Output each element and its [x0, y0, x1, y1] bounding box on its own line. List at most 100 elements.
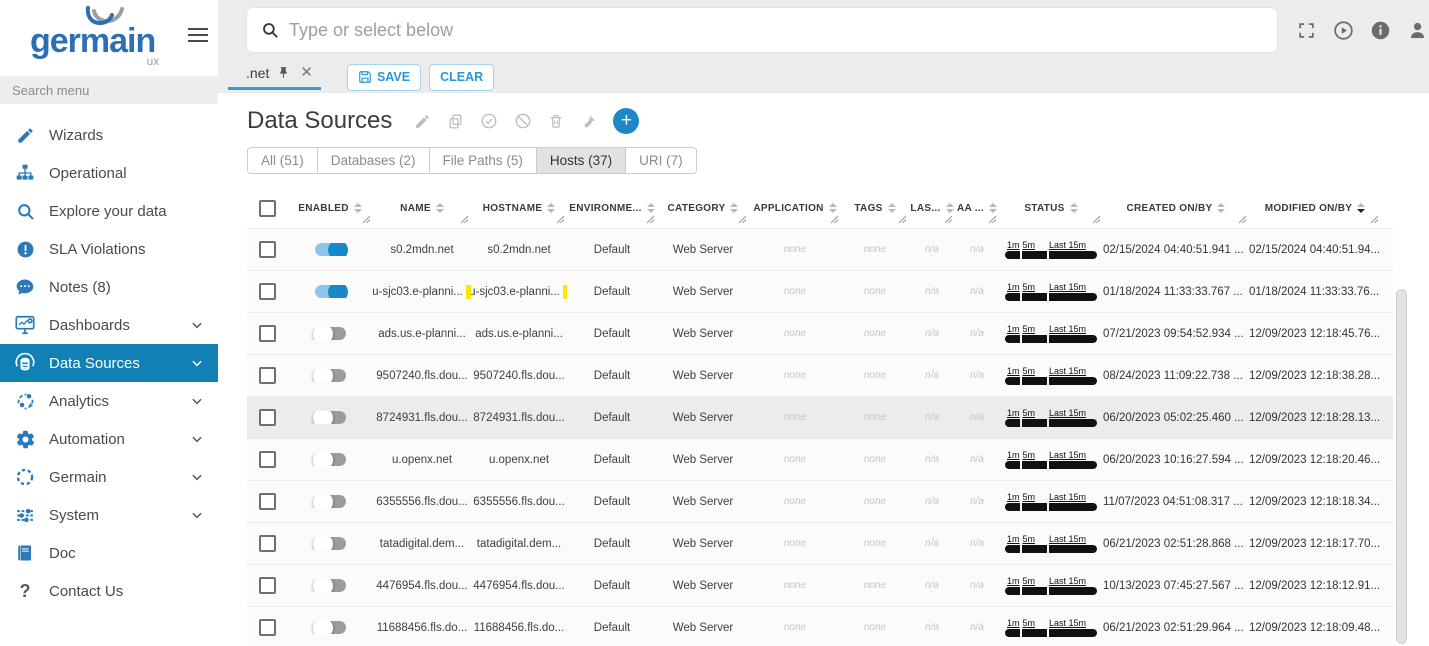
- clear-button[interactable]: CLEAR: [429, 64, 494, 91]
- column-header-environment[interactable]: ENVIRONME...: [569, 203, 642, 214]
- resize-handle[interactable]: [1370, 215, 1379, 227]
- user-icon[interactable]: [1406, 19, 1428, 41]
- resize-handle[interactable]: [646, 215, 655, 227]
- tab-databases[interactable]: Databases (2): [318, 148, 430, 173]
- row-checkbox[interactable]: [259, 283, 276, 300]
- vertical-scrollbar[interactable]: [1396, 289, 1407, 644]
- close-icon[interactable]: ✕: [300, 65, 313, 80]
- column-header-modified[interactable]: MODIFIED ON/BY: [1265, 203, 1353, 214]
- status-sparkline[interactable]: 1m 5m Last 15m: [1005, 408, 1097, 427]
- sort-icon[interactable]: [547, 203, 555, 213]
- column-header-created[interactable]: CREATED ON/BY: [1127, 203, 1213, 214]
- sidebar-item-system[interactable]: System: [0, 496, 218, 534]
- enabled-toggle[interactable]: [315, 537, 346, 550]
- status-sparkline[interactable]: 1m 5m Last 15m: [1005, 282, 1097, 301]
- row-checkbox[interactable]: [259, 409, 276, 426]
- column-header-aa[interactable]: AA ...: [957, 203, 984, 214]
- table-row[interactable]: s0.2mdn.net s0.2mdn.net Default Web Serv…: [247, 228, 1393, 270]
- enabled-toggle[interactable]: [315, 369, 346, 382]
- global-search-input[interactable]: [289, 20, 1263, 41]
- hamburger-menu-icon[interactable]: [188, 24, 208, 46]
- resize-handle[interactable]: [830, 215, 839, 227]
- sidebar-item-contact-us[interactable]: ? Contact Us: [0, 572, 218, 610]
- column-header-application[interactable]: APPLICATION: [753, 203, 823, 214]
- sort-icon[interactable]: [647, 203, 655, 213]
- tab-file-paths[interactable]: File Paths (5): [430, 148, 537, 173]
- sidebar-item-doc[interactable]: Doc: [0, 534, 218, 572]
- enabled-toggle[interactable]: [315, 411, 346, 424]
- sort-icon[interactable]: [989, 203, 997, 213]
- row-checkbox[interactable]: [259, 619, 276, 636]
- sidebar-item-wizards[interactable]: Wizards: [0, 116, 218, 154]
- sidebar-search-input[interactable]: [0, 76, 218, 104]
- enabled-toggle[interactable]: [315, 285, 346, 298]
- column-header-name[interactable]: NAME: [400, 203, 431, 214]
- sort-icon-descending[interactable]: [1357, 203, 1365, 213]
- resize-handle[interactable]: [556, 215, 565, 227]
- row-checkbox[interactable]: [259, 577, 276, 594]
- resize-handle[interactable]: [362, 215, 371, 227]
- resize-handle[interactable]: [1238, 215, 1247, 227]
- fullscreen-icon[interactable]: [1295, 19, 1317, 41]
- table-row[interactable]: 4476954.fls.dou... 4476954.fls.dou... De…: [247, 564, 1393, 606]
- resize-handle[interactable]: [944, 215, 953, 227]
- table-row[interactable]: u-sjc03.e-planni... u-sjc03.e-planni... …: [247, 270, 1393, 312]
- filter-chip[interactable]: .net ✕: [228, 65, 321, 90]
- tab-all[interactable]: All (51): [248, 148, 318, 173]
- sidebar-item-germain[interactable]: Germain: [0, 458, 218, 496]
- sidebar-item-dashboards[interactable]: Dashboards: [0, 306, 218, 344]
- enabled-toggle[interactable]: [315, 243, 346, 256]
- row-checkbox[interactable]: [259, 241, 276, 258]
- status-sparkline[interactable]: 1m 5m Last 15m: [1005, 324, 1097, 343]
- resize-handle[interactable]: [988, 215, 997, 227]
- column-header-tags[interactable]: TAGS: [854, 203, 882, 214]
- sort-icon[interactable]: [436, 203, 444, 213]
- sidebar-item-operational[interactable]: Operational: [0, 154, 218, 192]
- pin-icon[interactable]: [277, 66, 290, 79]
- save-button[interactable]: SAVE: [347, 64, 421, 91]
- play-circle-icon[interactable]: [1332, 19, 1354, 41]
- sidebar-item-data-sources[interactable]: Data Sources: [0, 344, 218, 382]
- status-sparkline[interactable]: 1m 5m Last 15m: [1005, 450, 1097, 469]
- row-checkbox[interactable]: [259, 535, 276, 552]
- resize-handle[interactable]: [738, 215, 747, 227]
- status-sparkline[interactable]: 1m 5m Last 15m: [1005, 492, 1097, 511]
- sidebar-item-explore-your-data[interactable]: Explore your data: [0, 192, 218, 230]
- enabled-toggle[interactable]: [315, 453, 346, 466]
- column-header-hostname[interactable]: HOSTNAME: [483, 203, 543, 214]
- sidebar-item-sla-violations[interactable]: SLA Violations: [0, 230, 218, 268]
- enabled-toggle[interactable]: [315, 327, 346, 340]
- column-header-category[interactable]: CATEGORY: [668, 203, 726, 214]
- sidebar-item-notes[interactable]: Notes (8): [0, 268, 218, 306]
- block-icon[interactable]: [514, 112, 532, 130]
- status-sparkline[interactable]: 1m 5m Last 15m: [1005, 576, 1097, 595]
- resize-handle[interactable]: [460, 215, 469, 227]
- hammer-icon[interactable]: [580, 113, 597, 130]
- sidebar-item-automation[interactable]: Automation: [0, 420, 218, 458]
- column-header-status[interactable]: STATUS: [1024, 203, 1064, 214]
- row-checkbox[interactable]: [259, 325, 276, 342]
- row-checkbox[interactable]: [259, 451, 276, 468]
- status-sparkline[interactable]: 1m 5m Last 15m: [1005, 366, 1097, 385]
- enabled-toggle[interactable]: [315, 621, 346, 634]
- table-row[interactable]: 9507240.fls.dou... 9507240.fls.dou... De…: [247, 354, 1393, 396]
- copy-icon[interactable]: [447, 113, 464, 130]
- check-circle-icon[interactable]: [480, 112, 498, 130]
- column-header-las[interactable]: LAS...: [910, 203, 940, 214]
- status-sparkline[interactable]: 1m 5m Last 15m: [1005, 240, 1097, 259]
- sort-icon[interactable]: [888, 203, 896, 213]
- row-checkbox[interactable]: [259, 367, 276, 384]
- resize-handle[interactable]: [1092, 215, 1101, 227]
- enabled-toggle[interactable]: [315, 579, 346, 592]
- status-sparkline[interactable]: 1m 5m Last 15m: [1005, 618, 1097, 637]
- edit-icon[interactable]: [414, 113, 431, 130]
- tab-hosts[interactable]: Hosts (37): [537, 148, 626, 173]
- status-sparkline[interactable]: 1m 5m Last 15m: [1005, 534, 1097, 553]
- table-row[interactable]: 11688456.fls.do... 11688456.fls.do... De…: [247, 606, 1393, 646]
- sort-icon[interactable]: [1217, 203, 1225, 213]
- table-row[interactable]: tatadigital.dem... tatadigital.dem... De…: [247, 522, 1393, 564]
- table-row[interactable]: u.openx.net u.openx.net Default Web Serv…: [247, 438, 1393, 480]
- sort-icon[interactable]: [829, 203, 837, 213]
- select-all-checkbox[interactable]: [259, 200, 276, 217]
- row-checkbox[interactable]: [259, 493, 276, 510]
